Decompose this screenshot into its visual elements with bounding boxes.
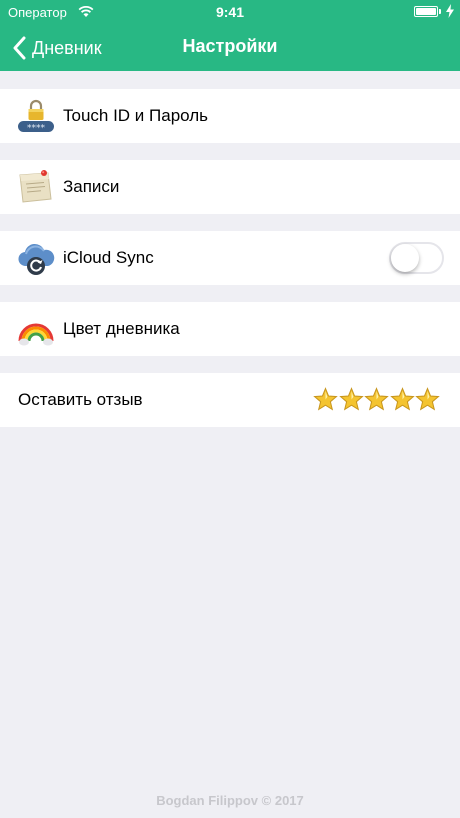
navigation-bar: Дневник Настройки: [0, 24, 460, 71]
note-paper-icon: [19, 170, 52, 203]
star-icon[interactable]: [415, 387, 440, 412]
svg-text:****: ****: [27, 124, 46, 134]
settings-row-rate-app[interactable]: Оставить отзыв: [0, 373, 460, 427]
settings-row-entries[interactable]: Записи: [0, 160, 460, 214]
battery-icon: [414, 6, 438, 17]
settings-row-label: Цвет дневника: [63, 319, 180, 338]
toggle-knob: [391, 244, 419, 272]
star-icon[interactable]: [313, 387, 338, 412]
battery-tip: [439, 9, 441, 14]
settings-row-touch-id[interactable]: **** Touch ID и Пароль: [0, 89, 460, 143]
settings-row-label: Touch ID и Пароль: [63, 106, 209, 125]
star-icon[interactable]: [338, 387, 364, 412]
icloud-sync-toggle[interactable]: [389, 242, 444, 274]
rainbow-icon: [18, 323, 54, 346]
icloud-sync-icon: [18, 243, 55, 275]
status-bar: Оператор 9:41: [0, 0, 460, 24]
star-icon[interactable]: [364, 387, 389, 412]
charging-bolt-icon: [446, 4, 454, 18]
settings-row-label: Оставить отзыв: [18, 390, 143, 409]
settings-row-label: Записи: [63, 177, 120, 196]
star-icon[interactable]: [389, 387, 415, 412]
page-title: Настройки: [182, 36, 278, 56]
settings-row-label: iCloud Sync: [63, 248, 154, 267]
status-time: 9:41: [215, 4, 245, 20]
footer-copyright: Bogdan Filippov © 2017: [156, 793, 304, 808]
settings-row-diary-color[interactable]: Цвет дневника: [0, 302, 460, 356]
lock-password-icon: ****: [18, 99, 54, 134]
settings-row-icloud-sync: iCloud Sync: [0, 231, 460, 285]
rating-stars: [313, 387, 441, 412]
